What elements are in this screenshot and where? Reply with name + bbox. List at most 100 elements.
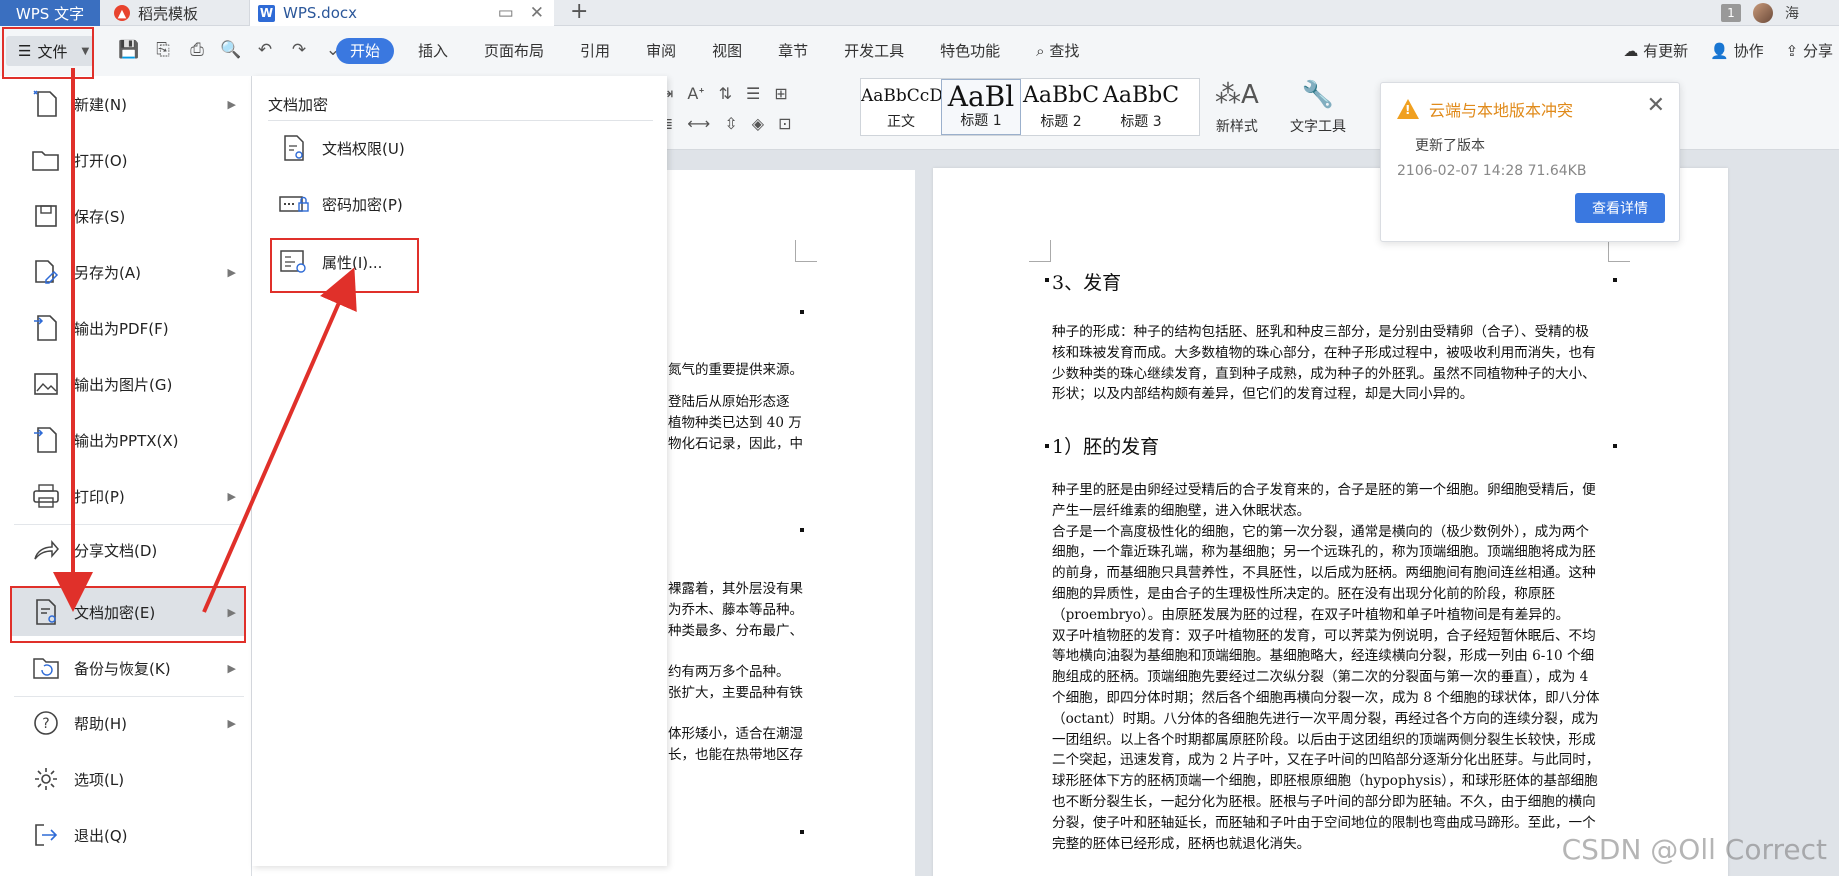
- collaborate-button[interactable]: 👤 协作: [1710, 40, 1763, 61]
- sort-icon[interactable]: ⇅: [719, 84, 732, 103]
- file-menu-panel: 新建(N) ▶ 打开(O) 保存(S) 另存为(A) ▶ 输出为PDF(F) 输出为…: [0, 76, 252, 876]
- tab-special-features[interactable]: 特色功能: [922, 38, 1018, 64]
- style-normal[interactable]: AaBbCcDd 正文: [861, 79, 941, 135]
- heading-embryo: 1）胚的发育: [1052, 436, 1160, 458]
- paragraph-embryo-development: 种子里的胚是由卵经过受精后的合子发育来的，合子是胚的第一个细胞。卵细胞受精后，便…: [1052, 482, 1600, 852]
- search-icon: ⌕: [1036, 42, 1045, 60]
- export-image-icon: [28, 366, 64, 402]
- tab-chapter[interactable]: 章节: [760, 38, 826, 64]
- version-conflict-notification: 云端与本地版本冲突 ✕ 更新了版本 2106-02-07 14:28 71.64…: [1380, 82, 1680, 242]
- update-button[interactable]: ☁ 有更新: [1623, 40, 1688, 61]
- notification-meta: 2106-02-07 14:28 71.64KB: [1397, 163, 1587, 179]
- style-heading-1[interactable]: AaBl 标题 1: [941, 79, 1021, 135]
- printer-icon: [28, 478, 64, 514]
- password-lock-icon: [278, 188, 310, 220]
- submenu-item-permissions[interactable]: 文档权限(U): [278, 128, 405, 168]
- notification-title: 云端与本地版本冲突: [1429, 101, 1574, 120]
- format-painter-icon[interactable]: ⎘: [152, 40, 174, 60]
- tab-template[interactable]: ▲ 稻壳模板: [100, 0, 250, 26]
- watermark: CSDN @Oll Correct: [1561, 833, 1827, 866]
- annotation-box-encrypt: [10, 586, 246, 643]
- help-icon: ?: [28, 705, 64, 741]
- document-page-right: 3、发育 种子的形成：种子的结构包括胚、胚乳和种皮三部分，是分别由受精卵（合子）…: [933, 168, 1728, 876]
- backup-restore-icon: [28, 650, 64, 686]
- undo-icon[interactable]: ↶: [254, 40, 276, 60]
- ribbon-tabs: 开始 插入 页面布局 引用 审阅 视图 章节 开发工具 特色功能 ⌕ 查找: [336, 38, 1097, 64]
- save-as-icon: [28, 254, 64, 290]
- tab-insert[interactable]: 插入: [400, 38, 466, 64]
- annotation-box-file: [2, 27, 94, 79]
- tab-home[interactable]: 开始: [336, 38, 395, 64]
- encrypt-submenu: 文档加密 文档权限(U) 密码加密(P) 属性(I)...: [252, 76, 667, 866]
- svg-text:?: ?: [42, 716, 49, 732]
- tab-review[interactable]: 审阅: [628, 38, 694, 64]
- text-tools-button[interactable]: 🔧 文字工具: [1290, 80, 1346, 136]
- style-heading-2[interactable]: AaBbC 标题 2: [1021, 79, 1101, 135]
- save-icon: [28, 198, 64, 234]
- annotation-box-properties: [270, 238, 419, 293]
- new-document-icon: [28, 86, 64, 122]
- docer-logo-icon: ▲: [114, 5, 130, 21]
- heading-development: 3、发育: [1052, 272, 1122, 294]
- shading-icon[interactable]: ◈: [752, 114, 764, 133]
- style-gallery: AaBbCcDd 正文 AaBl 标题 1 AaBbC 标题 2 AaBbC 标…: [860, 78, 1200, 136]
- menu-item-print[interactable]: 打印(P) ▶: [10, 472, 246, 520]
- distributed-icon[interactable]: ⟷: [687, 114, 710, 133]
- menu-item-exit[interactable]: 退出(Q): [10, 811, 246, 859]
- line-spacing-icon[interactable]: ☰: [746, 84, 760, 103]
- table-border-icon[interactable]: ⊞: [774, 84, 787, 103]
- share-button[interactable]: ⇪ 分享: [1786, 40, 1833, 61]
- pin-window-icon[interactable]: ▭: [498, 3, 514, 23]
- search-command[interactable]: ⌕ 查找: [1018, 38, 1097, 64]
- user-add-icon: 👤: [1710, 42, 1729, 60]
- menu-item-options[interactable]: 选项(L): [10, 755, 246, 803]
- close-icon[interactable]: ✕: [1647, 93, 1665, 118]
- menu-item-export-pptx[interactable]: 输出为PPTX(X): [10, 416, 246, 464]
- export-pdf-icon: [28, 310, 64, 346]
- tab-page-layout[interactable]: 页面布局: [466, 38, 562, 64]
- tab-references[interactable]: 引用: [562, 38, 628, 64]
- window-count-badge[interactable]: 1: [1721, 4, 1741, 22]
- view-details-button[interactable]: 查看详情: [1575, 193, 1665, 223]
- chevron-right-icon: ▶: [227, 716, 236, 730]
- word-doc-icon: W: [258, 4, 275, 22]
- tab-document[interactable]: W WPS.docx ▭ ✕: [250, 0, 554, 26]
- print-preview-icon[interactable]: 🔍: [220, 40, 242, 60]
- close-tab-icon[interactable]: ✕: [530, 3, 544, 23]
- folder-open-icon: [28, 142, 64, 178]
- share-icon: ⇪: [1785, 42, 1799, 60]
- export-pptx-icon: [28, 422, 64, 458]
- menubar: ☰ 文件 ▼ 💾 ⎘ ⎙ 🔍 ↶ ↷ ⌄ 开始 插入 页面布局 引用 审阅 视图…: [0, 26, 1839, 76]
- menu-item-save-as[interactable]: 另存为(A) ▶: [10, 248, 246, 296]
- font-size-icon[interactable]: Aᐩ: [687, 84, 704, 103]
- cloud-update-icon: ☁: [1623, 42, 1639, 60]
- redo-icon[interactable]: ↷: [288, 40, 310, 60]
- gear-icon: [28, 761, 64, 797]
- menu-item-open[interactable]: 打开(O): [10, 136, 246, 184]
- style-heading-3[interactable]: AaBbC 标题 3: [1101, 79, 1181, 135]
- save-icon[interactable]: 💾: [118, 40, 140, 60]
- title-tab-bar: WPS 文字 ▲ 稻壳模板 W WPS.docx ▭ ✕ + 1 海: [0, 0, 1839, 26]
- menu-item-backup[interactable]: 备份与恢复(K) ▶: [10, 644, 246, 692]
- borders-icon[interactable]: ⊡: [778, 114, 791, 133]
- paragraph-spacing-icon[interactable]: ⇳: [724, 114, 737, 133]
- chevron-right-icon: ▶: [227, 489, 236, 503]
- new-style-button[interactable]: ⁂A 新样式: [1215, 80, 1259, 136]
- new-style-icon: ⁂A: [1215, 80, 1259, 110]
- menu-item-help[interactable]: ? 帮助(H) ▶: [10, 699, 246, 747]
- menu-item-save[interactable]: 保存(S): [10, 192, 246, 240]
- user-name[interactable]: 海: [1785, 3, 1799, 23]
- submenu-item-password[interactable]: 密码加密(P): [278, 184, 403, 224]
- menu-item-share[interactable]: 分享文档(D): [10, 526, 246, 574]
- chevron-right-icon: ▶: [227, 661, 236, 675]
- avatar[interactable]: [1753, 3, 1773, 23]
- notification-subtitle: 更新了版本: [1415, 138, 1485, 154]
- tab-view[interactable]: 视图: [694, 38, 760, 64]
- print-icon[interactable]: ⎙: [186, 40, 208, 60]
- menu-item-new[interactable]: 新建(N) ▶: [10, 80, 246, 128]
- tab-developer[interactable]: 开发工具: [826, 38, 922, 64]
- tab-wps-writer[interactable]: WPS 文字: [0, 0, 100, 26]
- new-tab-button[interactable]: +: [570, 0, 588, 24]
- menu-item-export-pdf[interactable]: 输出为PDF(F): [10, 304, 246, 352]
- menu-item-export-image[interactable]: 输出为图片(G): [10, 360, 246, 408]
